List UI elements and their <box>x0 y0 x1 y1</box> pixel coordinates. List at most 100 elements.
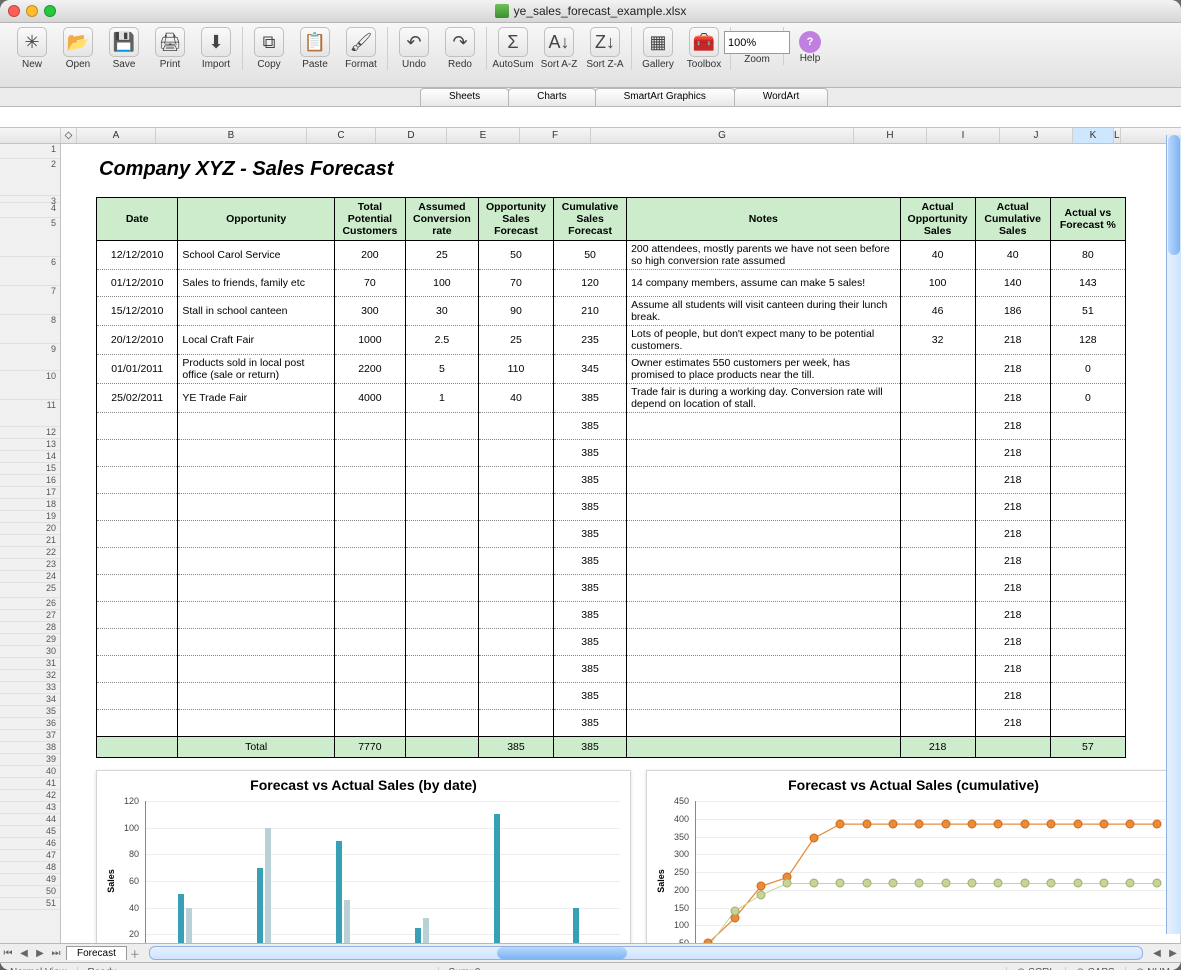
ribbon-tab-charts[interactable]: Charts <box>508 88 595 106</box>
table-cell[interactable]: 385 <box>554 629 627 656</box>
table-cell[interactable]: 90 <box>478 297 553 326</box>
table-cell[interactable] <box>334 521 405 548</box>
table-cell[interactable]: 218 <box>975 440 1050 467</box>
table-cell[interactable] <box>900 355 975 384</box>
table-cell[interactable]: 32 <box>900 326 975 355</box>
toolbar-save[interactable]: 💾Save <box>102 27 146 70</box>
table-cell[interactable]: 46 <box>900 297 975 326</box>
table-cell[interactable]: Assume all students will visit canteen d… <box>627 297 900 326</box>
table-cell[interactable]: 2200 <box>334 355 405 384</box>
table-cell[interactable] <box>405 683 478 710</box>
table-cell[interactable] <box>1050 683 1125 710</box>
toolbar-import[interactable]: ⬇Import <box>194 27 238 70</box>
table-cell[interactable] <box>900 710 975 737</box>
column-header-K[interactable]: K <box>1073 128 1114 143</box>
table-row[interactable]: 20/12/2010Local Craft Fair10002.525235Lo… <box>97 326 1126 355</box>
table-cell[interactable] <box>900 629 975 656</box>
table-cell[interactable]: 345 <box>554 355 627 384</box>
table-cell[interactable]: 300 <box>334 297 405 326</box>
table-cell[interactable]: 4000 <box>334 384 405 413</box>
row-header[interactable]: 35 <box>0 706 60 718</box>
table-cell[interactable]: YE Trade Fair <box>178 384 335 413</box>
table-cell[interactable]: 218 <box>975 656 1050 683</box>
table-cell[interactable] <box>334 440 405 467</box>
first-sheet-icon[interactable]: ⏮ <box>0 948 16 959</box>
table-row[interactable]: 385 218 <box>97 629 1126 656</box>
zoom-input[interactable] <box>724 31 790 54</box>
table-cell[interactable] <box>97 683 178 710</box>
row-header[interactable]: 41 <box>0 778 60 790</box>
row-header[interactable]: 6 <box>0 257 60 286</box>
table-cell[interactable]: 385 <box>554 413 627 440</box>
table-cell[interactable] <box>478 440 553 467</box>
table-cell[interactable]: 218 <box>975 629 1050 656</box>
row-header[interactable]: 25 <box>0 583 60 598</box>
table-cell[interactable]: Local Craft Fair <box>178 326 335 355</box>
table-cell[interactable]: 100 <box>900 270 975 297</box>
row-header[interactable]: 44 <box>0 814 60 826</box>
table-cell[interactable]: 2.5 <box>405 326 478 355</box>
table-cell[interactable]: 25/02/2011 <box>97 384 178 413</box>
table-cell[interactable]: 218 <box>975 384 1050 413</box>
formula-bar[interactable] <box>0 107 1181 128</box>
table-cell[interactable] <box>178 440 335 467</box>
row-header[interactable]: 19 <box>0 511 60 523</box>
table-cell[interactable] <box>97 521 178 548</box>
table-cell[interactable] <box>1050 602 1125 629</box>
zoom-control[interactable]: Zoom <box>735 27 779 65</box>
table-cell[interactable] <box>627 575 900 602</box>
row-header[interactable]: 36 <box>0 718 60 730</box>
horizontal-scrollbar[interactable] <box>149 946 1143 960</box>
table-cell[interactable]: 0 <box>1050 355 1125 384</box>
table-cell[interactable] <box>178 575 335 602</box>
row-header[interactable]: 37 <box>0 730 60 742</box>
row-header[interactable]: 43 <box>0 802 60 814</box>
table-cell[interactable] <box>405 440 478 467</box>
table-cell[interactable] <box>478 710 553 737</box>
table-row[interactable]: 385218 <box>97 656 1126 683</box>
table-cell[interactable]: Sales to friends, family etc <box>178 270 335 297</box>
table-cell[interactable]: 40 <box>900 241 975 270</box>
table-cell[interactable]: 218 <box>975 683 1050 710</box>
table-cell[interactable]: 14 company members, assume can make 5 sa… <box>627 270 900 297</box>
ribbon-tab-smartart-graphics[interactable]: SmartArt Graphics <box>595 88 735 106</box>
table-cell[interactable] <box>627 494 900 521</box>
row-header[interactable]: 40 <box>0 766 60 778</box>
table-cell[interactable] <box>900 384 975 413</box>
worksheet[interactable]: Company XYZ - Sales Forecast DateOpportu… <box>61 144 1181 943</box>
row-header[interactable]: 4 <box>0 203 60 218</box>
table-cell[interactable] <box>334 494 405 521</box>
table-cell[interactable]: Trade fair is during a working day. Conv… <box>627 384 900 413</box>
table-cell[interactable] <box>478 467 553 494</box>
table-cell[interactable] <box>1050 710 1125 737</box>
table-cell[interactable]: 186 <box>975 297 1050 326</box>
table-cell[interactable] <box>627 548 900 575</box>
table-cell[interactable]: 385 <box>554 548 627 575</box>
table-row[interactable]: 25/02/2011YE Trade Fair4000140385Trade f… <box>97 384 1126 413</box>
row-header[interactable]: 9 <box>0 344 60 371</box>
table-cell[interactable] <box>900 602 975 629</box>
sheet-tab-forecast[interactable]: Forecast <box>66 946 127 960</box>
toolbar-sort-a-z[interactable]: A↓Sort A-Z <box>537 27 581 70</box>
table-cell[interactable] <box>627 467 900 494</box>
table-cell[interactable] <box>334 629 405 656</box>
table-cell[interactable] <box>405 710 478 737</box>
table-cell[interactable]: 50 <box>554 241 627 270</box>
row-header[interactable]: 51 <box>0 898 60 910</box>
table-cell[interactable] <box>334 548 405 575</box>
table-cell[interactable] <box>900 494 975 521</box>
scroll-right-icon[interactable]: ▶ <box>1165 948 1181 959</box>
table-cell[interactable]: 235 <box>554 326 627 355</box>
column-header-G[interactable]: G <box>591 128 854 143</box>
table-cell[interactable]: 218 <box>975 326 1050 355</box>
column-header-D[interactable]: D <box>376 128 447 143</box>
table-cell[interactable]: 385 <box>554 683 627 710</box>
table-cell[interactable]: 100 <box>405 270 478 297</box>
column-header-F[interactable]: F <box>520 128 591 143</box>
table-cell[interactable]: 218 <box>975 710 1050 737</box>
table-cell[interactable]: 70 <box>334 270 405 297</box>
table-cell[interactable] <box>334 413 405 440</box>
toolbar-redo[interactable]: ↷Redo <box>438 27 482 70</box>
table-cell[interactable] <box>627 440 900 467</box>
table-cell[interactable] <box>900 656 975 683</box>
